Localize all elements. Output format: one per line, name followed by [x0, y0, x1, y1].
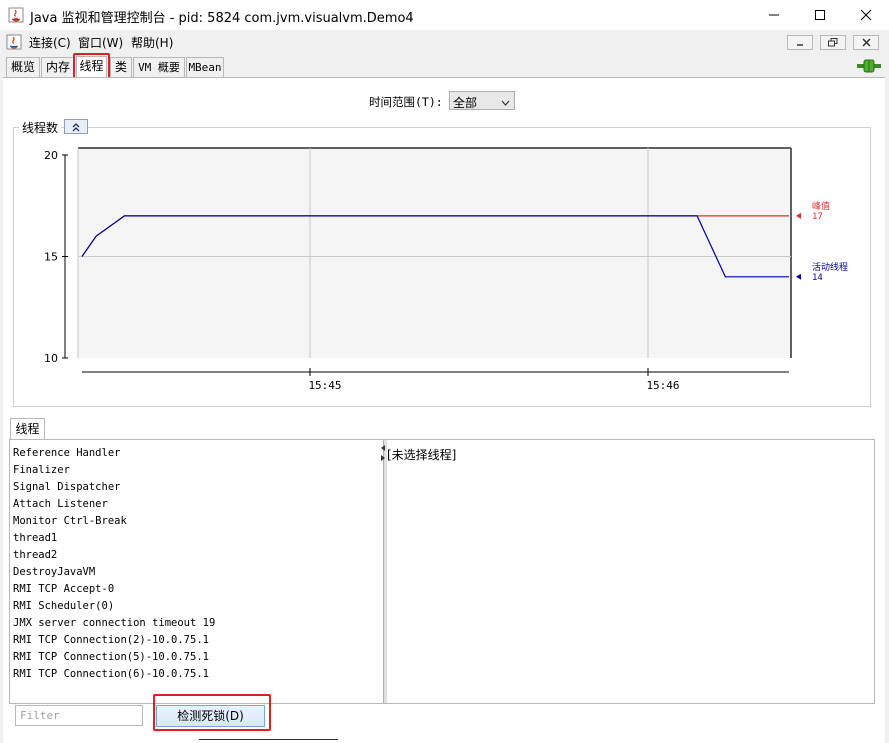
- series-marker-0: [796, 212, 801, 219]
- thread-list-item[interactable]: Signal Dispatcher: [13, 481, 120, 493]
- threads-split-pane: [9, 439, 875, 704]
- thread-detail-placeholder: [未选择线程]: [387, 448, 457, 462]
- thread-list-item[interactable]: RMI Scheduler(0): [13, 600, 114, 612]
- filter-placeholder: Filter: [20, 709, 60, 722]
- deadlock-button-highlight: [153, 694, 271, 731]
- split-divider[interactable]: [383, 440, 387, 703]
- series-value-label: 17: [812, 212, 823, 222]
- threads-list-tab[interactable]: 线程: [10, 418, 45, 440]
- thread-list-item[interactable]: thread1: [13, 532, 57, 544]
- x-tick-label: 15:46: [646, 379, 679, 392]
- filter-input[interactable]: Filter: [15, 705, 143, 726]
- plot-area: [78, 148, 791, 358]
- thread-list-item[interactable]: Attach Listener: [13, 498, 108, 510]
- split-arrow-left-icon[interactable]: [380, 444, 386, 465]
- y-tick-label: 15: [44, 251, 58, 264]
- thread-list-item[interactable]: Reference Handler: [13, 447, 120, 459]
- series-name-label: 峰值: [812, 200, 830, 212]
- thread-list-item[interactable]: thread2: [13, 549, 57, 561]
- series-name-label: 活动线程: [812, 261, 848, 273]
- thread-list-item[interactable]: DestroyJavaVM: [13, 566, 95, 578]
- thread-list-item[interactable]: JMX server connection timeout 19: [13, 617, 215, 629]
- series-marker-1: [796, 273, 801, 280]
- thread-list-item[interactable]: Monitor Ctrl-Break: [13, 515, 127, 527]
- y-tick-label: 10: [44, 352, 58, 365]
- thread-list-item[interactable]: Finalizer: [13, 464, 70, 476]
- series-value-label: 14: [812, 273, 823, 283]
- thread-list-item[interactable]: RMI TCP Connection(6)-10.0.75.1: [13, 668, 209, 680]
- tooltip-edge: [199, 739, 338, 743]
- thread-list-item[interactable]: RMI TCP Accept-0: [13, 583, 114, 595]
- x-tick-label: 15:45: [308, 379, 341, 392]
- thread-list-item[interactable]: RMI TCP Connection(5)-10.0.75.1: [13, 651, 209, 663]
- y-tick-label: 20: [44, 149, 58, 162]
- thread-list-item[interactable]: RMI TCP Connection(2)-10.0.75.1: [13, 634, 209, 646]
